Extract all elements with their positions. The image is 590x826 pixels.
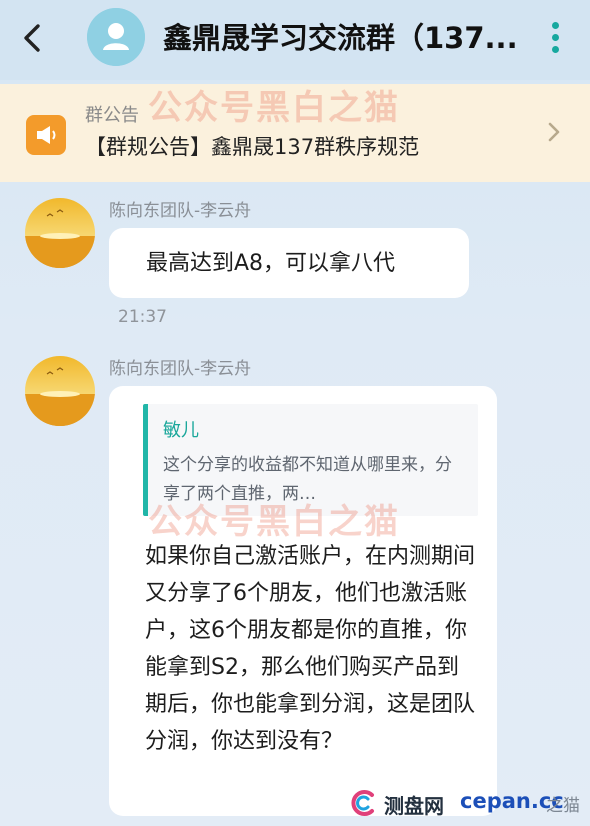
badge-tail: 之猫 xyxy=(546,796,580,816)
dot xyxy=(552,46,559,53)
sender-name: 陈向东团队-李云舟 xyxy=(109,359,252,379)
message-timestamp: 21:37 xyxy=(118,307,167,327)
back-button[interactable] xyxy=(14,18,54,58)
site-logo-icon xyxy=(351,790,374,816)
sender-name: 陈向东团队-李云舟 xyxy=(109,201,252,221)
watermark: 公众号黑白之猫 xyxy=(148,502,400,542)
chevron-right-icon[interactable] xyxy=(546,118,562,146)
person-icon xyxy=(87,8,145,66)
chat-screen: 鑫鼎晟学习交流群（137... 群公告 【群规公告】鑫鼎晟137群秩序规范 陈向… xyxy=(0,0,590,826)
watermark: 公众号黑白之猫 xyxy=(148,88,400,128)
dot xyxy=(552,34,559,41)
dot xyxy=(552,22,559,29)
group-title: 鑫鼎晟学习交流群（137... xyxy=(163,21,518,55)
chevron-left-icon xyxy=(24,24,40,52)
badge-logo-text: 测盘网 xyxy=(384,794,444,818)
notice-heading: 群公告 xyxy=(85,105,139,126)
sender-avatar[interactable] xyxy=(25,198,95,268)
message-text: 如果你自己激活账户，在内测期间又分享了6个朋友，他们也激活账户，这6个朋友都是你… xyxy=(145,544,476,754)
message-text: 最高达到A8，可以拿八代 xyxy=(146,251,396,276)
sender-avatar[interactable] xyxy=(25,356,95,426)
more-menu-button[interactable] xyxy=(546,20,566,56)
quoted-sender: 敏儿 xyxy=(163,420,199,441)
group-avatar[interactable] xyxy=(87,8,145,66)
notice-text[interactable]: 【群规公告】鑫鼎晟137群秩序规范 xyxy=(85,132,419,162)
megaphone-icon xyxy=(26,115,66,155)
